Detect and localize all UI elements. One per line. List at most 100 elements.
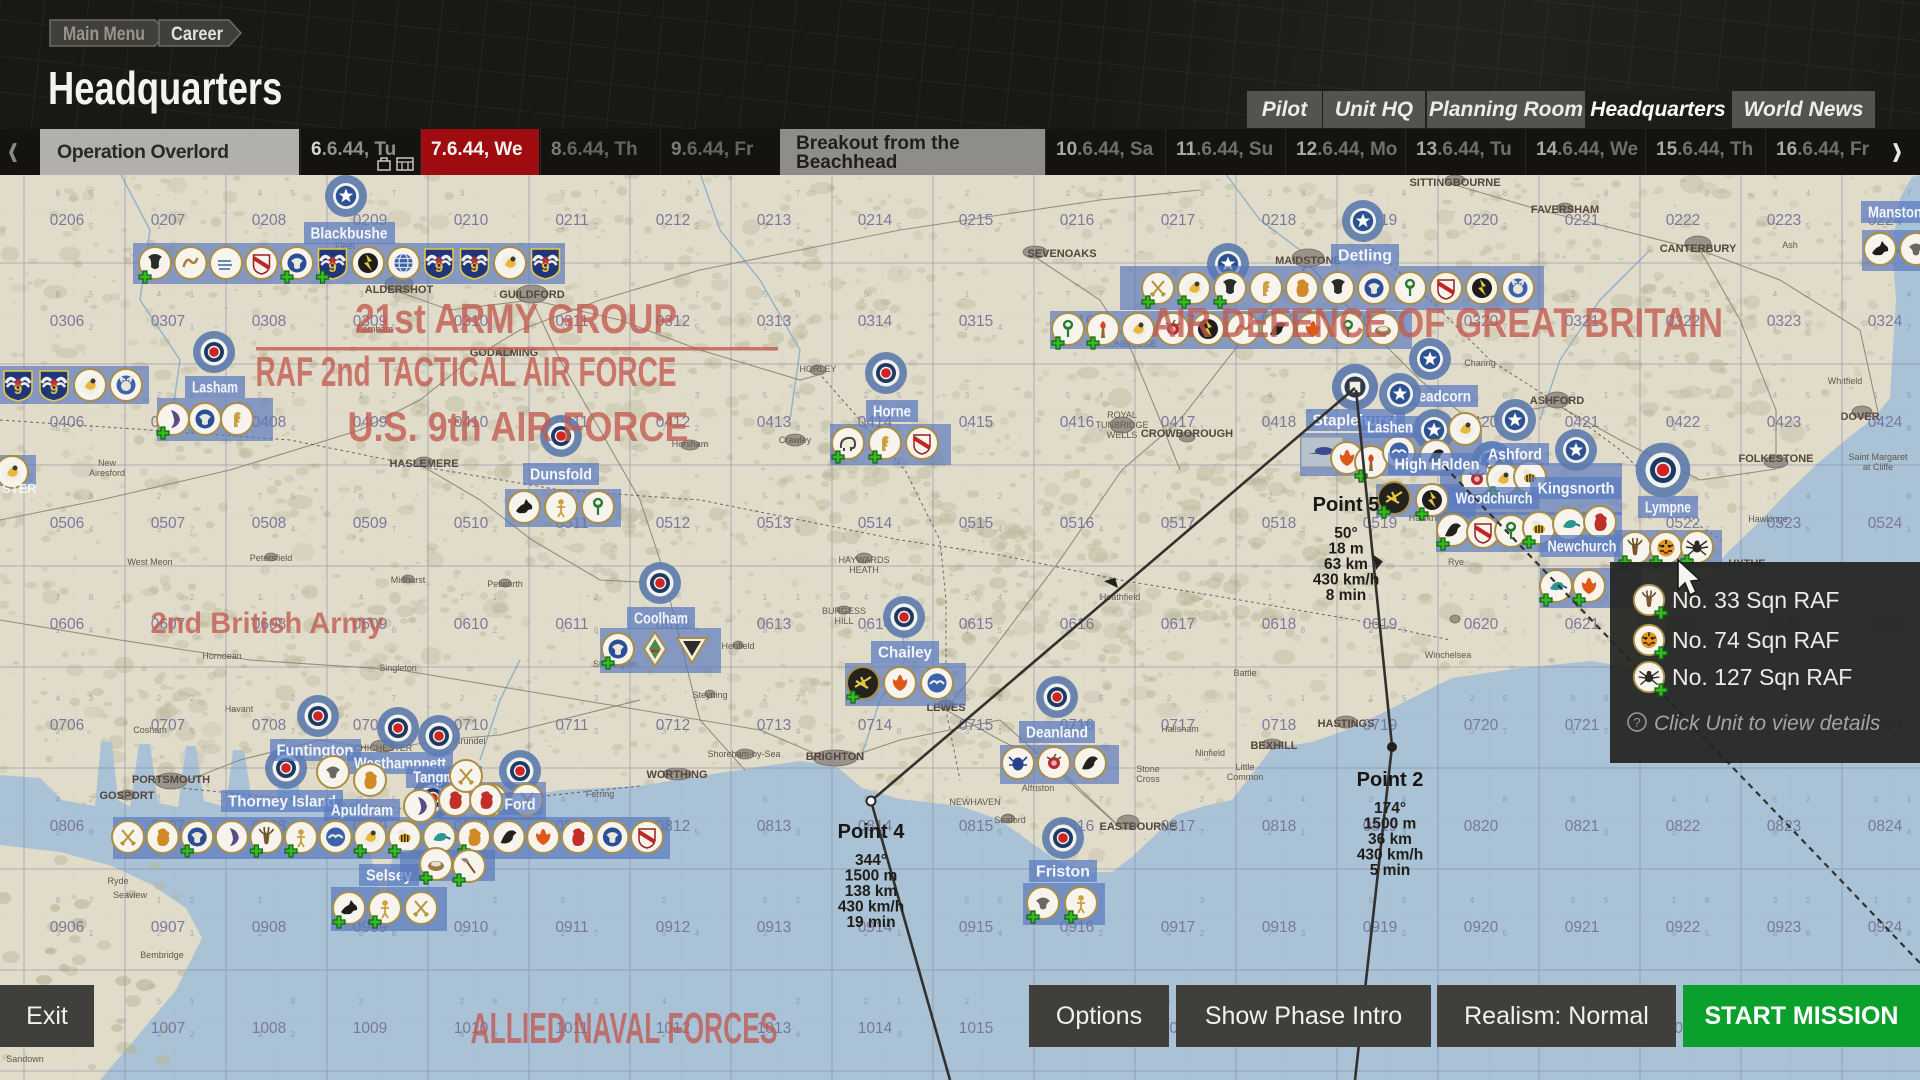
svg-text:Winchelsea: Winchelsea (1425, 650, 1472, 660)
svg-text:2: 2 (965, 929, 970, 938)
svg-text:2: 2 (460, 694, 465, 703)
svg-text:2: 2 (460, 492, 465, 501)
svg-text:2: 2 (359, 997, 364, 1006)
svg-text:2: 2 (359, 525, 364, 534)
svg-text:7: 7 (594, 189, 599, 198)
svg-text:4: 4 (998, 929, 1003, 938)
svg-text:2: 2 (1066, 189, 1071, 198)
svg-text:3: 3 (561, 727, 566, 736)
svg-text:3: 3 (493, 727, 498, 736)
svg-text:2: 2 (56, 727, 61, 736)
svg-text:5: 5 (1099, 727, 1104, 736)
svg-text:7: 7 (998, 222, 1003, 231)
svg-text:7: 7 (1503, 727, 1508, 736)
svg-text:8: 8 (796, 492, 801, 501)
svg-text:2: 2 (763, 694, 768, 703)
svg-text:3: 3 (1167, 189, 1172, 198)
svg-text:3: 3 (1099, 424, 1104, 433)
svg-text:2: 2 (1099, 929, 1104, 938)
svg-text:TUNBRIDGE: TUNBRIDGE (1095, 420, 1148, 430)
svg-text:BEXHILL: BEXHILL (1250, 740, 1297, 752)
svg-text:7: 7 (392, 525, 397, 534)
svg-text:8: 8 (594, 626, 599, 635)
svg-text:8: 8 (1268, 525, 1273, 534)
svg-text:0221: 0221 (1565, 212, 1599, 229)
svg-text:Sandown: Sandown (6, 1054, 44, 1064)
svg-text:Common: Common (1227, 772, 1264, 782)
svg-text:HILL: HILL (834, 616, 853, 626)
svg-text:4: 4 (1402, 222, 1407, 231)
svg-text:7: 7 (1268, 929, 1273, 938)
svg-text:1: 1 (190, 929, 195, 938)
svg-text:3: 3 (796, 828, 801, 837)
svg-text:Shoreham-by-Sea: Shoreham-by-Sea (707, 749, 780, 759)
svg-text:2: 2 (695, 424, 700, 433)
svg-text:2: 2 (493, 896, 498, 905)
svg-text:2: 2 (89, 323, 94, 332)
svg-text:5: 5 (763, 795, 768, 804)
svg-text:Havant: Havant (225, 704, 254, 714)
svg-text:0718: 0718 (1262, 717, 1296, 734)
svg-text:7: 7 (1470, 626, 1475, 635)
svg-text:3: 3 (763, 929, 768, 938)
svg-text:5: 5 (763, 290, 768, 299)
svg-text:1: 1 (897, 525, 902, 534)
svg-text:5: 5 (662, 929, 667, 938)
svg-text:2: 2 (190, 1030, 195, 1039)
svg-text:1: 1 (1268, 222, 1273, 231)
svg-text:2: 2 (662, 189, 667, 198)
svg-text:1: 1 (460, 525, 465, 534)
svg-text:4: 4 (1268, 424, 1273, 433)
svg-text:5: 5 (1503, 694, 1508, 703)
svg-text:0610: 0610 (454, 616, 489, 633)
svg-text:2: 2 (864, 222, 869, 231)
svg-text:7: 7 (1301, 492, 1306, 501)
svg-text:2: 2 (157, 1030, 162, 1039)
svg-text:1: 1 (157, 795, 162, 804)
svg-text:5: 5 (1571, 626, 1576, 635)
svg-text:2: 2 (1099, 189, 1104, 198)
svg-text:0820: 0820 (1464, 818, 1499, 835)
svg-text:2: 2 (460, 997, 465, 1006)
svg-text:8: 8 (89, 593, 94, 602)
svg-text:BURGESS: BURGESS (822, 606, 866, 616)
svg-text:3: 3 (1301, 189, 1306, 198)
svg-text:1: 1 (1301, 694, 1306, 703)
svg-text:Charing: Charing (1464, 358, 1496, 368)
svg-text:3: 3 (1066, 424, 1071, 433)
svg-text:0306: 0306 (50, 313, 84, 330)
svg-text:5: 5 (1571, 896, 1576, 905)
svg-text:3: 3 (695, 694, 700, 703)
svg-text:2: 2 (1268, 189, 1273, 198)
svg-text:2: 2 (763, 727, 768, 736)
svg-text:2: 2 (190, 694, 195, 703)
svg-text:2: 2 (493, 492, 498, 501)
svg-text:5: 5 (897, 323, 902, 332)
svg-text:4: 4 (796, 727, 801, 736)
svg-text:2: 2 (157, 929, 162, 938)
svg-text:5: 5 (190, 727, 195, 736)
svg-text:0921: 0921 (1565, 919, 1599, 936)
svg-text:2: 2 (1301, 391, 1306, 400)
svg-text:Horndean: Horndean (202, 651, 242, 661)
svg-text:2: 2 (89, 795, 94, 804)
svg-text:5: 5 (1066, 391, 1071, 400)
svg-text:4: 4 (864, 626, 869, 635)
svg-text:5: 5 (695, 828, 700, 837)
svg-text:2: 2 (965, 424, 970, 433)
svg-text:7: 7 (796, 189, 801, 198)
svg-text:1: 1 (56, 626, 61, 635)
svg-text:5: 5 (561, 896, 566, 905)
svg-text:4: 4 (998, 593, 1003, 602)
svg-text:NEWHAVEN: NEWHAVEN (949, 797, 1000, 807)
svg-text:1: 1 (1301, 828, 1306, 837)
svg-text:3: 3 (460, 222, 465, 231)
svg-text:5: 5 (796, 391, 801, 400)
svg-text:5: 5 (897, 391, 902, 400)
svg-text:8: 8 (1402, 626, 1407, 635)
svg-text:2: 2 (998, 694, 1003, 703)
svg-text:7: 7 (392, 189, 397, 198)
svg-text:1: 1 (796, 593, 801, 602)
svg-text:4: 4 (864, 593, 869, 602)
svg-text:8: 8 (1167, 492, 1172, 501)
